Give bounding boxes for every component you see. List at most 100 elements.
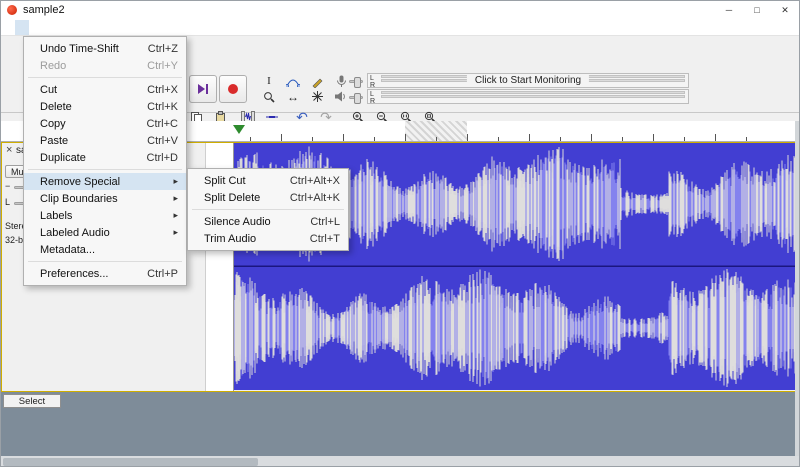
submenu-arrow-icon: ▸ xyxy=(173,176,178,186)
menu-item-shortcut: Ctrl+Z xyxy=(147,42,178,55)
menu-item-shortcut: Ctrl+Alt+K xyxy=(289,191,340,204)
timeline-minor-tick xyxy=(436,137,437,141)
menu-item-label: Split Delete xyxy=(204,191,261,204)
submenu-item[interactable]: Trim Audio Ctrl+T ▸ xyxy=(188,230,348,247)
timeline-major-tick xyxy=(529,134,530,141)
menu-bar-item[interactable] xyxy=(71,20,85,35)
menu-bar-item[interactable] xyxy=(57,20,71,35)
vertical-scrollbar[interactable] xyxy=(795,121,799,456)
submenu-arrow-icon: ▸ xyxy=(173,210,178,220)
menu-item-shortcut: Ctrl+P xyxy=(147,267,178,280)
edit-menu-item[interactable]: Labeled Audio ▸ xyxy=(24,224,186,241)
meter-bar xyxy=(381,91,685,94)
submenu-item[interactable]: Silence Audio Ctrl+L ▸ xyxy=(188,213,348,230)
track-select-button[interactable]: Select xyxy=(3,394,61,408)
timeline-minor-tick xyxy=(312,137,313,141)
edit-menu-item[interactable]: Delete Ctrl+K ▸ xyxy=(24,98,186,115)
menu-item-label: Cut xyxy=(40,83,58,96)
edit-menu-item[interactable]: Duplicate Ctrl+D ▸ xyxy=(24,149,186,166)
monitoring-hint[interactable]: Click to Start Monitoring xyxy=(466,75,590,86)
menu-bar-item[interactable] xyxy=(113,20,127,35)
edit-menu-item[interactable]: Clip Boundaries ▸ xyxy=(24,190,186,207)
menu-bar-item[interactable] xyxy=(43,20,57,35)
skip-end-button[interactable] xyxy=(189,75,217,103)
menu-bar-item[interactable] xyxy=(141,20,155,35)
edit-menu-item[interactable]: Preferences... Ctrl+P ▸ xyxy=(24,265,186,282)
meter-right-label: R xyxy=(370,82,376,89)
menu-item-shortcut: Ctrl+Y xyxy=(147,59,178,72)
menu-bar-item[interactable] xyxy=(99,20,113,35)
menu-item-shortcut: Ctrl+C xyxy=(146,117,178,130)
selection-tool-button[interactable]: I xyxy=(257,74,281,89)
menu-bar-item[interactable] xyxy=(29,20,43,35)
timeshift-icon: ↔ xyxy=(287,89,299,104)
submenu-arrow-icon: ▸ xyxy=(173,227,178,237)
remove-special-submenu: Split Cut Ctrl+Alt+X ▸ Split Delete Ctrl… xyxy=(187,168,349,251)
edit-menu-item[interactable]: Copy Ctrl+C ▸ xyxy=(24,115,186,132)
track-close-icon[interactable]: × xyxy=(6,144,12,156)
timeline-major-tick xyxy=(405,134,406,141)
menu-item-label: Paste xyxy=(40,134,69,147)
gain-minus-label: − xyxy=(5,181,11,191)
timeline-minor-tick xyxy=(498,137,499,141)
playback-meter[interactable]: L R xyxy=(367,89,689,105)
menu-separator: ▸ xyxy=(24,74,186,81)
window-title: sample2 xyxy=(23,4,65,16)
multi-tool-button[interactable] xyxy=(305,89,329,104)
zoom-tool-button[interactable] xyxy=(257,89,281,104)
timeline-minor-tick xyxy=(250,137,251,141)
recording-meter[interactable]: L R Click to Start Monitoring xyxy=(367,73,689,89)
timeline-options-arrow-icon[interactable] xyxy=(233,125,245,134)
menu-item-label: Metadata... xyxy=(40,243,96,256)
edit-menu-item[interactable]: Redo Ctrl+Y ▸ xyxy=(24,57,186,74)
recording-volume-slider[interactable] xyxy=(349,77,363,88)
record-button[interactable] xyxy=(219,75,247,103)
timeshift-tool-button[interactable]: ↔ xyxy=(281,89,305,104)
edit-menu-item[interactable]: Labels ▸ xyxy=(24,207,186,224)
menu-item-label: Preferences... xyxy=(40,267,109,280)
edit-menu-item[interactable]: Metadata... ▸ xyxy=(24,241,186,258)
maximize-button[interactable]: □ xyxy=(743,1,771,19)
title-bar[interactable]: sample2 ─ □ ✕ xyxy=(1,1,799,19)
timeline-major-tick xyxy=(591,134,592,141)
menu-item-shortcut: Ctrl+X xyxy=(147,83,178,96)
menu-item-shortcut: Ctrl+L xyxy=(310,215,340,228)
draw-tool-button[interactable] xyxy=(305,74,329,89)
menu-bar-item[interactable] xyxy=(15,19,29,35)
menu-item-label: Delete xyxy=(40,100,72,113)
empty-track-background xyxy=(1,392,796,456)
menu-bar-item[interactable] xyxy=(85,20,99,35)
edit-menu-item[interactable]: Undo Time-Shift Ctrl+Z ▸ xyxy=(24,40,186,57)
menu-bar-item[interactable] xyxy=(127,20,141,35)
close-button[interactable]: ✕ xyxy=(771,1,799,19)
submenu-item[interactable]: Split Cut Ctrl+Alt+X ▸ xyxy=(188,172,348,189)
menu-bar xyxy=(1,19,799,36)
envelope-tool-button[interactable] xyxy=(281,74,305,89)
menu-bar-item[interactable] xyxy=(1,20,15,35)
menu-item-label: Silence Audio xyxy=(204,215,271,228)
horizontal-scrollbar-thumb[interactable] xyxy=(3,458,258,466)
timeline-major-tick xyxy=(343,134,344,141)
submenu-item[interactable]: Split Delete Ctrl+Alt+K ▸ xyxy=(188,189,348,206)
horizontal-scrollbar[interactable] xyxy=(1,456,799,466)
meter-left-label: L xyxy=(370,75,374,82)
timeline-minor-tick xyxy=(560,137,561,141)
edit-menu-item[interactable]: Cut Ctrl+X ▸ xyxy=(24,81,186,98)
edit-menu-item[interactable]: Remove Special ▸ xyxy=(24,173,186,190)
audacity-window: sample2 ─ □ ✕ I ↔ L R Click to Start Mon… xyxy=(0,0,800,467)
menu-item-label: Remove Special xyxy=(40,175,121,188)
timeline-minor-tick xyxy=(374,137,375,141)
minimize-button[interactable]: ─ xyxy=(715,1,743,19)
edit-menu-item[interactable]: Paste Ctrl+V ▸ xyxy=(24,132,186,149)
app-icon xyxy=(7,5,17,15)
timeline-minor-tick xyxy=(684,137,685,141)
menu-separator: ▸ xyxy=(24,258,186,265)
submenu-arrow-icon: ▸ xyxy=(173,193,178,203)
playback-volume-slider[interactable] xyxy=(349,93,363,104)
pan-left-label: L xyxy=(5,197,11,207)
timeline-minor-tick xyxy=(622,137,623,141)
timeline-minor-tick xyxy=(746,137,747,141)
timeline-major-tick xyxy=(653,134,654,141)
menu-separator: ▸ xyxy=(188,206,348,213)
menu-item-label: Split Cut xyxy=(204,174,246,187)
